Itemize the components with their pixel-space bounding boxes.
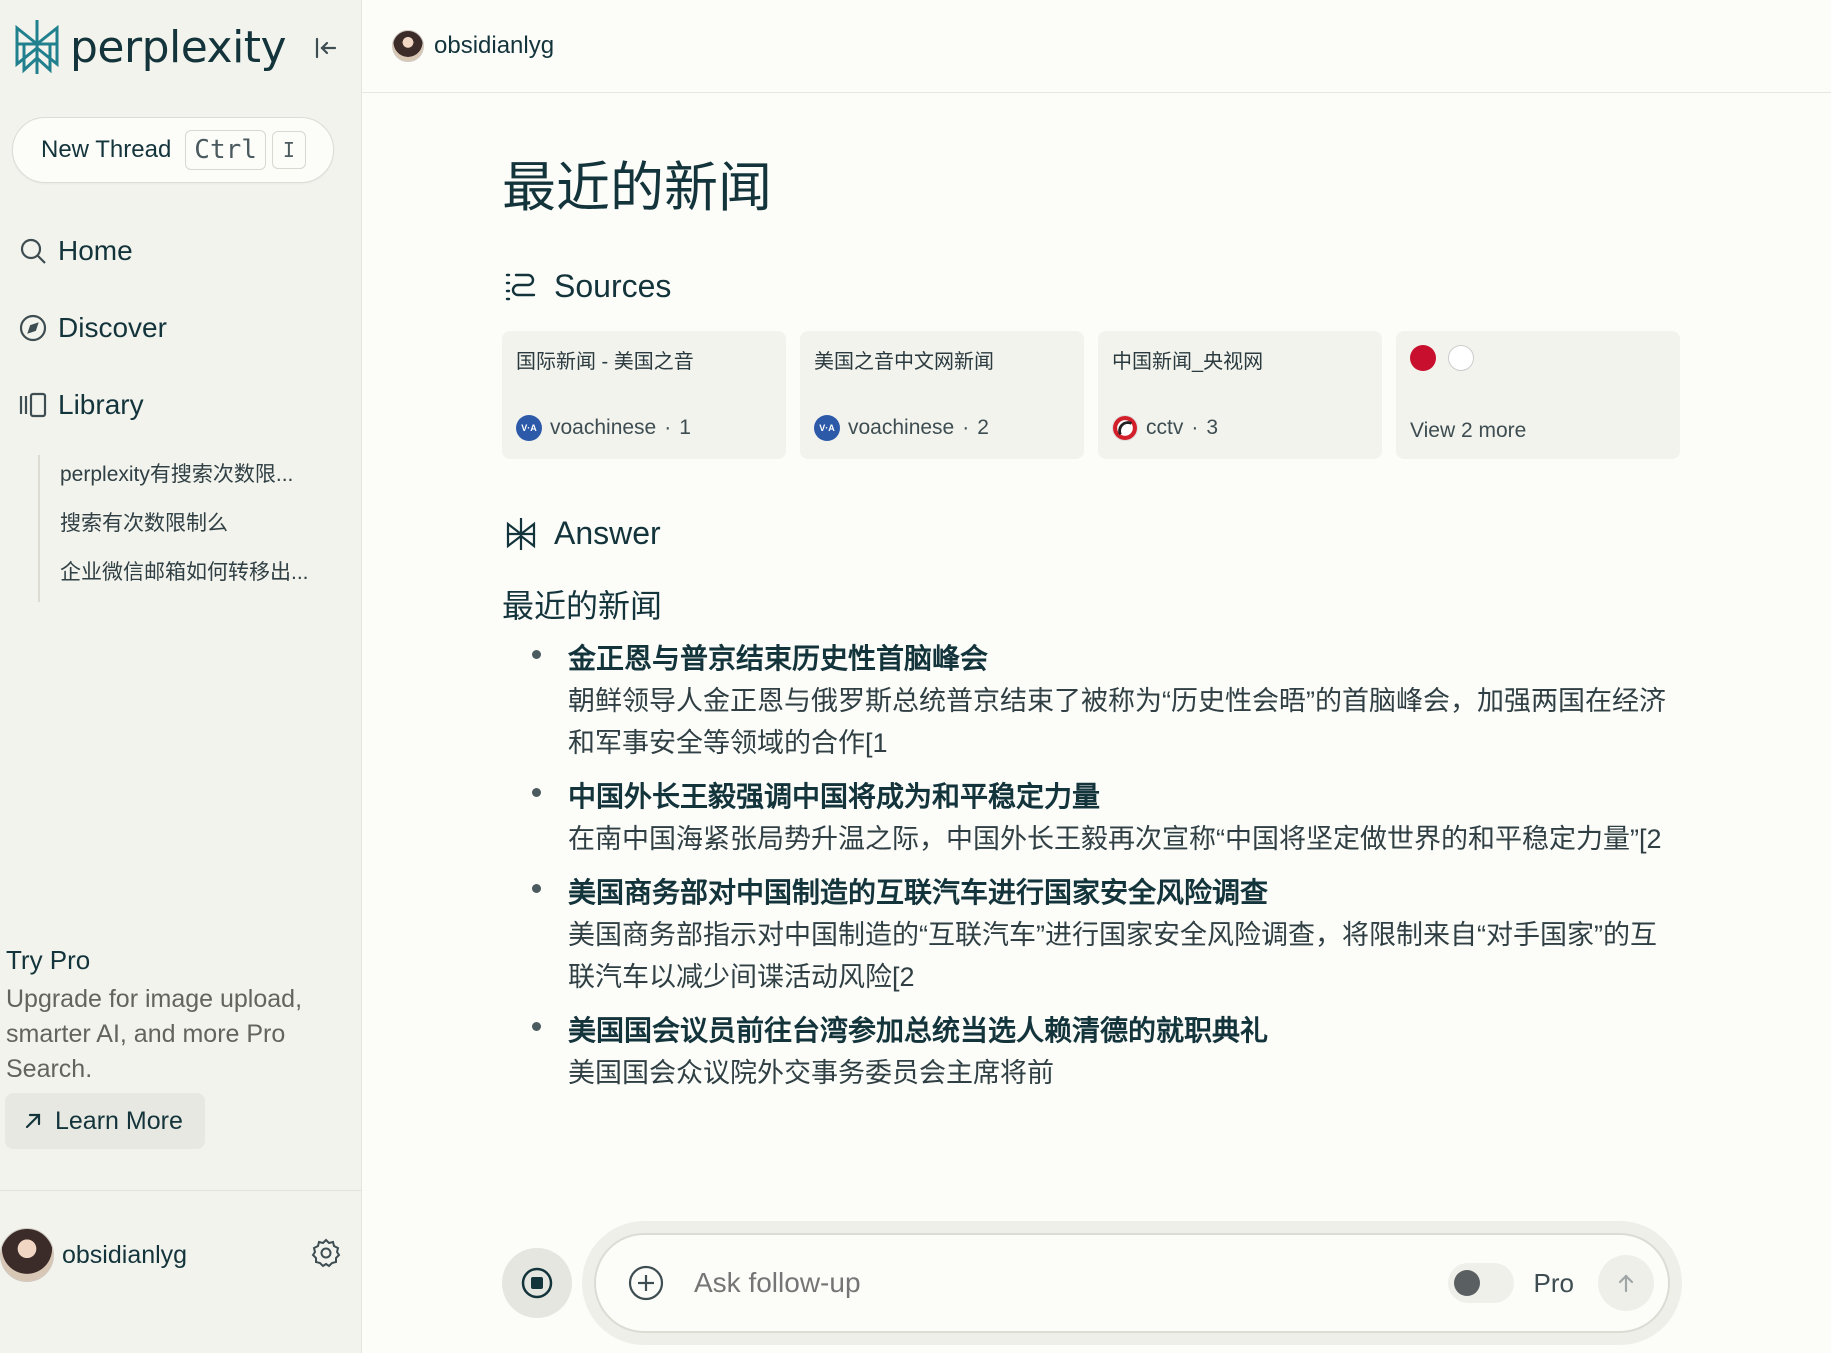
source-dot: · [1191,416,1199,439]
library-thread-item[interactable]: 搜索有次数限制么 [60,504,328,553]
sidebar-user-name: obsidianlyg [62,1240,188,1269]
pro-toggle[interactable] [1447,1263,1514,1303]
source-dot: · [962,416,970,439]
news-description: 美国商务部指示对中国制造的“互联汽车”进行国家安全风险调查，将限制来自“对手国家… [568,920,1657,992]
try-pro-promo: Try Pro Upgrade for image upload, smarte… [6,945,336,1087]
library-thread-item[interactable]: 企业微信邮箱如何转移出... [60,553,328,602]
source-meta: V·A voachinese · 2 [814,415,989,441]
library-thread-list: perplexity有搜索次数限... 搜索有次数限制么 企业微信邮箱如何转移出… [38,455,328,602]
new-thread-button[interactable]: New Thread Ctrl I [12,117,334,183]
cctv-favicon-icon [1112,415,1138,441]
learn-more-label: Learn More [55,1106,183,1135]
sidebar-item-label: Library [58,389,144,420]
perplexity-logo-icon [15,20,59,74]
news-description: 美国国会众议院外交事务委员会主席将前 [568,1058,1054,1088]
page-title: 最近的新闻 [502,156,772,219]
sidebar-item-library[interactable]: Library [18,389,144,421]
sources-list: 国际新闻 - 美国之音 V·A voachinese · 1 美国之音中文网新闻… [502,331,1682,459]
brand-name: perplexity [70,21,287,73]
more-source-icons [1410,345,1666,371]
list-item: 中国外长王毅强调中国将成为和平稳定力量 在南中国海紧张局势升温之际，中国外长王毅… [502,776,1682,860]
source-card[interactable]: 国际新闻 - 美国之音 V·A voachinese · 1 [502,331,786,459]
news-title: 美国国会议员前往台湾参加总统当选人赖清德的就职典礼 [568,1015,1269,1046]
answer-list: 金正恩与普京结束历史性首脑峰会 朝鲜领导人金正恩与俄罗斯总统普京结束了被称为“历… [502,638,1682,1106]
sidebar-divider [0,1190,362,1191]
header-user-name[interactable]: obsidianlyg [434,32,554,60]
sidebar-item-discover[interactable]: Discover [18,312,167,344]
list-item: 美国商务部对中国制造的互联汽车进行国家安全风险调查 美国商务部指示对中国制造的“… [502,872,1682,998]
bullet [532,650,541,659]
source-title: 国际新闻 - 美国之音 [516,351,694,373]
view-more-sources-card[interactable]: View 2 more [1396,331,1680,459]
avatar [0,1228,54,1282]
stop-icon [521,1267,553,1299]
source-title: 中国新闻_央视网 [1112,351,1264,373]
arrow-up-right-icon [25,1113,41,1129]
answer-heading-label: Answer [554,515,661,551]
list-item: 美国国会议员前往台湾参加总统当选人赖清德的就职典礼 美国国会众议院外交事务委员会… [502,1010,1682,1094]
collapse-left-icon [315,37,337,59]
news-title: 金正恩与普京结束历史性首脑峰会 [568,643,989,674]
news-description: 朝鲜领导人金正恩与俄罗斯总统普京结束了被称为“历史性会晤”的首脑峰会，加强两国在… [568,686,1666,758]
un-favicon-icon [1448,345,1474,371]
sidebar-user-row[interactable]: obsidianlyg [0,1223,362,1287]
new-thread-label: New Thread [41,136,172,163]
followup-bar: Pro [594,1233,1670,1333]
sources-heading: Sources [504,268,671,305]
view-more-label: View 2 more [1410,419,1527,442]
search-icon [20,238,46,264]
ask-followup-input[interactable] [694,1267,1448,1299]
source-card[interactable]: 美国之音中文网新闻 V·A voachinese · 2 [800,331,1084,459]
bullet [532,788,541,797]
pro-label: Pro [1533,1267,1574,1298]
voa-favicon-icon: V·A [814,415,840,441]
library-thread-item[interactable]: perplexity有搜索次数限... [60,455,328,504]
stop-generating-button[interactable] [502,1248,572,1318]
news-description: 在南中国海紧张局势升温之际，中国外长王毅再次宣称“中国将坚定做世界的和平稳定力量… [568,824,1662,854]
brand-logo[interactable]: perplexity [12,18,287,76]
answer-subtitle: 最近的新闻 [502,588,663,624]
source-index: 3 [1206,416,1219,439]
sidebar: perplexity New Thread Ctrl I Home Discov… [0,0,362,1353]
toggle-knob [1453,1270,1480,1296]
library-icon [19,392,47,418]
sidebar-item-label: Home [58,235,133,266]
sources-icon [505,273,536,300]
source-title: 美国之音中文网新闻 [814,351,994,373]
gear-icon[interactable] [310,1237,342,1269]
source-site: cctv [1146,416,1184,439]
perplexity-answer-icon [506,517,536,550]
try-pro-description: Upgrade for image upload, smarter AI, an… [6,985,303,1083]
source-index: 2 [977,416,989,439]
top-bar: obsidianlyg [362,0,1831,93]
shortcut-key-ctrl: Ctrl [185,130,266,170]
bullet [532,884,541,893]
avatar[interactable] [392,30,424,62]
voa-favicon-icon: V·A [516,415,542,441]
bullet [532,1022,541,1031]
collapse-sidebar-button[interactable] [310,32,342,64]
source-site: voachinese [550,416,657,439]
plus-circle-icon[interactable] [626,1263,666,1303]
list-item: 金正恩与普京结束历史性首脑峰会 朝鲜领导人金正恩与俄罗斯总统普京结束了被称为“历… [502,638,1682,764]
send-button[interactable] [1598,1255,1654,1311]
news-title: 中国外长王毅强调中国将成为和平稳定力量 [568,781,1101,812]
sidebar-item-home[interactable]: Home [18,235,133,267]
news-title: 美国商务部对中国制造的互联汽车进行国家安全风险调查 [568,877,1269,908]
arrow-up-icon [1618,1274,1634,1293]
source-site: voachinese [848,416,955,439]
source-dot: · [664,416,672,439]
source-index: 1 [679,416,691,439]
bbc-favicon-icon [1410,345,1436,371]
answer-heading: Answer [504,515,661,552]
compass-icon [19,314,47,342]
sidebar-item-label: Discover [58,312,167,343]
source-meta: V·A voachinese · 1 [516,415,691,441]
try-pro-title: Try Pro [6,945,91,975]
source-meta: cctv · 3 [1112,415,1218,441]
shortcut-key-i: I [271,131,306,169]
source-card[interactable]: 中国新闻_央视网 cctv · 3 [1098,331,1382,459]
sources-heading-label: Sources [554,268,672,304]
learn-more-button[interactable]: Learn More [5,1093,205,1149]
